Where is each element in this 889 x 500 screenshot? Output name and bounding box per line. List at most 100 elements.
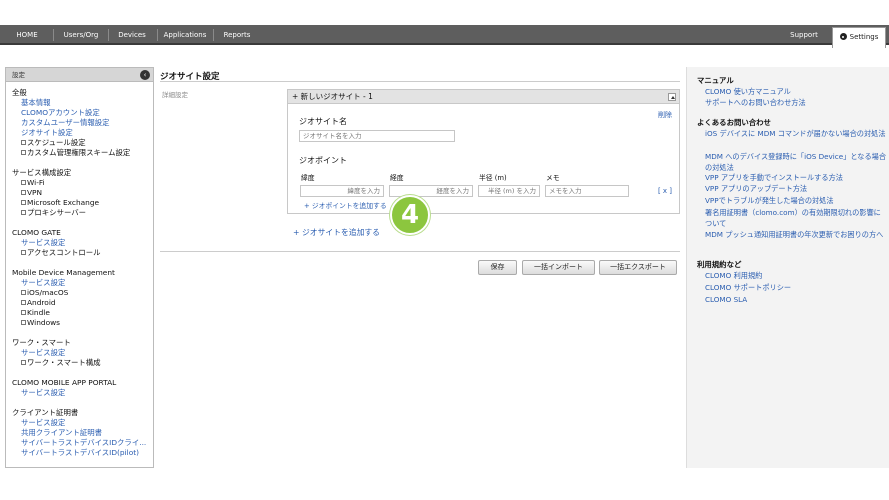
sidebar-tree-label: プロキシサーバー [27, 208, 87, 217]
geosite-panel-header: + 新しいジオサイト - 1 [288, 90, 679, 104]
expand-plus-icon[interactable] [21, 190, 26, 195]
nav-separator [157, 29, 158, 41]
expand-plus-icon[interactable] [21, 140, 26, 145]
delete-geosite-link[interactable]: 削除 [658, 110, 672, 120]
faq-link[interactable]: 署名用証明書（clomo.com）の有効期限切れの影響について [705, 208, 887, 229]
sidebar-tree-item[interactable]: Wi-Fi [12, 178, 147, 188]
bulk-export-button[interactable]: 一括エクスポート [599, 260, 677, 275]
terms-link[interactable]: CLOMO 利用規約 [705, 271, 887, 282]
sidebar-tree-item[interactable]: Windows [12, 318, 147, 328]
radius-header: 半径 (m) [479, 174, 507, 182]
support-policy-link[interactable]: CLOMO サポートポリシー [705, 283, 887, 294]
sidebar-link[interactable]: カスタムユーザー情報設定 [12, 118, 147, 128]
memo-input[interactable] [545, 185, 629, 197]
sidebar-tree-label: Kindle [27, 308, 50, 317]
sidebar-link[interactable]: 基本情報 [12, 98, 147, 108]
sidebar-tree-item[interactable]: アクセスコントロール [12, 248, 147, 258]
support-contact-link[interactable]: サポートへのお問い合わせ方法 [705, 98, 887, 109]
sidebar-tree-label: アクセスコントロール [27, 248, 101, 257]
geosite-name-label: ジオサイト名 [299, 117, 347, 126]
faq-heading: よくあるお問い合わせ [697, 118, 771, 127]
nav-home[interactable]: HOME [4, 25, 50, 45]
sidebar-link[interactable]: 共用クライアント証明書 [12, 428, 147, 438]
sidebar-link[interactable]: サービス設定 [12, 278, 147, 288]
sidebar-tree-item[interactable]: Android [12, 298, 147, 308]
nav-settings-tab[interactable]: Settings [832, 27, 886, 48]
add-geopoint-link[interactable]: + ジオポイントを追加する [304, 200, 387, 210]
latitude-header: 緯度 [301, 174, 315, 182]
sidebar-tree-item[interactable]: Microsoft Exchange [12, 198, 147, 208]
sidebar-link[interactable]: サイバートラストデバイスIDクライ... [12, 438, 147, 448]
expand-plus-icon[interactable] [21, 180, 26, 185]
expand-plus-icon[interactable] [21, 250, 26, 255]
expand-plus-icon[interactable] [21, 320, 26, 325]
sidebar-tree-label: iOS/macOS [27, 288, 69, 297]
sidebar-tree-item[interactable]: iOS/macOS [12, 288, 147, 298]
divider [160, 81, 680, 82]
sidebar-tree-item[interactable]: スケジュール設定 [12, 138, 147, 148]
radius-input[interactable] [478, 185, 540, 197]
nav-settings-label: Settings [849, 33, 879, 41]
divider [160, 251, 680, 252]
faq-link[interactable]: VPPでトラブルが発生した場合の対処法 [705, 196, 887, 207]
help-pane: マニュアル CLOMO 使い方マニュアル サポートへのお問い合わせ方法 よくある… [686, 67, 889, 468]
faq-link[interactable]: MDM プッシュ通知用証明書の年次更新でお困りの方へ [705, 230, 887, 241]
expand-plus-icon[interactable] [21, 310, 26, 315]
longitude-header: 経度 [390, 174, 404, 182]
collapse-up-icon[interactable] [668, 93, 676, 101]
sidebar-link[interactable]: CLOMOアカウント設定 [12, 108, 147, 118]
sidebar-link[interactable]: サービス設定 [12, 348, 147, 358]
sidebar-tree-item[interactable]: ワーク・スマート構成 [12, 358, 147, 368]
sidebar-link[interactable]: サイバートラストデバイスID(pilot) [12, 448, 147, 458]
collapse-left-icon[interactable]: ‹ [140, 70, 150, 80]
sidebar-tree-label: スケジュール設定 [27, 138, 86, 147]
nav-support[interactable]: Support [782, 25, 826, 45]
sidebar-tree-item[interactable]: カスタム管理権限スキーム設定 [12, 148, 147, 158]
latitude-input[interactable] [300, 185, 384, 197]
sidebar-tree-label: カスタム管理権限スキーム設定 [27, 148, 131, 157]
sla-link[interactable]: CLOMO SLA [705, 295, 887, 306]
add-geosite-link[interactable]: + ジオサイトを追加する [293, 227, 380, 238]
sidebar-link[interactable]: サービス設定 [12, 388, 147, 398]
sidebar-section-title: CLOMO MOBILE APP PORTAL [12, 378, 117, 387]
expand-plus-icon[interactable] [21, 210, 26, 215]
sidebar-section-title: サービス構成設定 [12, 168, 72, 177]
expand-plus-icon[interactable] [21, 300, 26, 305]
sidebar-tree-label: Microsoft Exchange [27, 198, 100, 207]
nav-applications[interactable]: Applications [159, 25, 211, 45]
geosite-panel: + 新しいジオサイト - 1 削除 ジオサイト名 ジオポイント 緯度 経度 半径… [287, 89, 680, 214]
sidebar-tree-label: Wi-Fi [27, 178, 45, 187]
sidebar-link[interactable]: サービス設定 [12, 238, 147, 248]
nav-users-org[interactable]: Users/Org [56, 25, 106, 45]
memo-header: メモ [546, 174, 560, 182]
longitude-input[interactable] [389, 185, 473, 197]
nav-reports[interactable]: Reports [215, 25, 259, 45]
faq-link[interactable]: VPP アプリを手動でインストールする方法 [705, 173, 887, 184]
faq-link[interactable]: iOS デバイスに MDM コマンドが届かない場合の対処法 [705, 129, 887, 140]
manual-link[interactable]: CLOMO 使い方マニュアル [705, 87, 887, 98]
expand-plus-icon[interactable] [21, 360, 26, 365]
sidebar-tree-label: ワーク・スマート構成 [27, 358, 101, 367]
bulk-import-button[interactable]: 一括インポート [522, 260, 595, 275]
sidebar-tree-item[interactable]: Kindle [12, 308, 147, 318]
expand-plus-icon[interactable] [21, 290, 26, 295]
geosite-name-input[interactable] [299, 130, 455, 142]
sidebar-link[interactable]: ジオサイト設定 [12, 128, 147, 138]
sidebar-link[interactable]: サービス設定 [12, 418, 147, 428]
expand-plus-icon[interactable] [21, 150, 26, 155]
settings-sidebar: 設定 ‹ 全般 基本情報 CLOMOアカウント設定 カスタムユーザー情報設定 ジオサイト… [5, 67, 154, 468]
faq-link[interactable]: VPP アプリのアップデート方法 [705, 184, 887, 195]
manual-heading: マニュアル [697, 76, 734, 85]
sidebar-section-title: クライアント証明書 [12, 408, 79, 417]
expand-plus-icon[interactable] [21, 200, 26, 205]
save-button[interactable]: 保存 [478, 260, 517, 275]
remove-geopoint-link[interactable]: [ x ] [658, 187, 672, 195]
faq-link[interactable]: MDM へのデバイス登録時に「iOS Device」となる場合の対処法 [705, 152, 887, 173]
sidebar-tree-item[interactable]: VPN [12, 188, 147, 198]
sidebar-tree-item[interactable]: プロキシサーバー [12, 208, 147, 218]
nav-devices[interactable]: Devices [110, 25, 154, 45]
